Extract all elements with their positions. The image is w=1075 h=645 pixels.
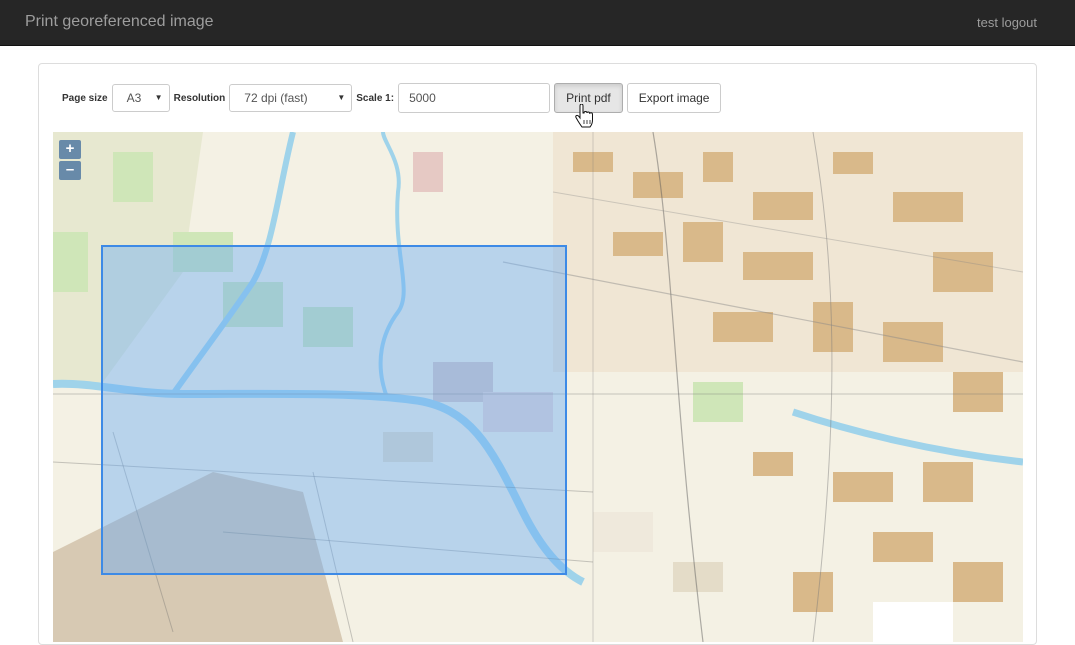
user-menu: test logout	[977, 15, 1037, 31]
zoom-control: + –	[59, 140, 81, 180]
resolution-label: Resolution	[173, 92, 226, 104]
print-extent-box[interactable]	[101, 245, 567, 575]
scale-label: Scale 1:	[356, 92, 395, 104]
scale-value: 5000	[409, 91, 436, 105]
print-panel: Page size A3 ▼ Resolution 72 dpi (fast) …	[38, 63, 1037, 645]
caret-down-icon: ▼	[154, 93, 163, 102]
zoom-in-button[interactable]: +	[59, 140, 81, 159]
resolution-select[interactable]: 72 dpi (fast) ▼	[229, 84, 353, 112]
map-view[interactable]: + –	[53, 132, 1023, 642]
username-link[interactable]: test	[977, 15, 998, 30]
export-image-button[interactable]: Export image	[626, 83, 722, 113]
caret-down-icon: ▼	[337, 93, 346, 102]
page-size-label: Page size	[62, 92, 108, 104]
print-toolbar: Page size A3 ▼ Resolution 72 dpi (fast) …	[62, 82, 725, 114]
print-pdf-button[interactable]: Print pdf	[554, 83, 623, 113]
navbar: Print georeferenced image test logout	[0, 0, 1075, 46]
resolution-value: 72 dpi (fast)	[244, 91, 308, 105]
page-size-value: A3	[126, 91, 142, 105]
zoom-out-button[interactable]: –	[59, 161, 81, 180]
logout-link[interactable]: logout	[1002, 15, 1037, 30]
app-title[interactable]: Print georeferenced image	[25, 13, 214, 31]
page-size-select[interactable]: A3 ▼	[111, 84, 170, 112]
scale-input[interactable]: 5000	[398, 83, 551, 113]
